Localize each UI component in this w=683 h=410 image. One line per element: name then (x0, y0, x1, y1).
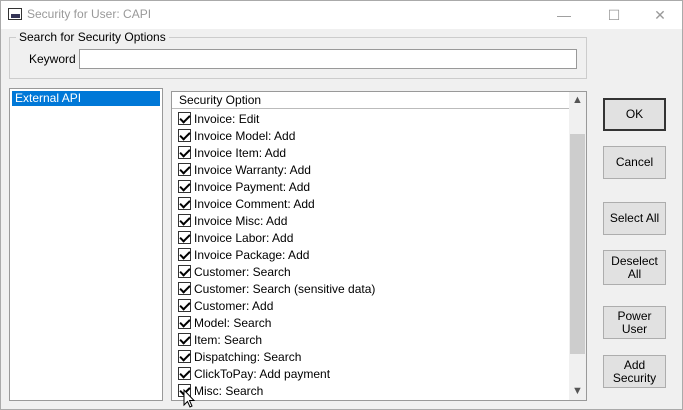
checked-checkbox-icon[interactable] (178, 214, 191, 227)
checked-checkbox-icon[interactable] (178, 197, 191, 210)
checked-checkbox-icon[interactable] (178, 333, 191, 346)
category-item-external-api[interactable]: External API (12, 91, 160, 106)
security-option-row[interactable]: Invoice Model: Add (178, 127, 295, 144)
security-option-label: Invoice Misc: Add (194, 213, 288, 228)
security-option-row[interactable]: Invoice Package: Add (178, 246, 309, 263)
select-all-button[interactable]: Select All (603, 202, 666, 235)
mouse-pointer-icon (183, 389, 196, 408)
security-option-label: Invoice Warranty: Add (194, 162, 311, 177)
scrollbar-thumb[interactable] (570, 134, 585, 354)
security-option-row[interactable]: Customer: Search (sensitive data) (178, 280, 375, 297)
add-security-button[interactable]: Add Security (603, 355, 666, 388)
security-option-row[interactable]: Invoice Comment: Add (178, 195, 315, 212)
security-option-row[interactable]: Invoice Payment: Add (178, 178, 310, 195)
security-option-label: Invoice Labor: Add (194, 230, 294, 245)
security-option-row[interactable]: Invoice Labor: Add (178, 229, 293, 246)
security-option-label: Customer: Search (194, 264, 291, 279)
security-option-label: Dispatching: Search (194, 349, 302, 364)
security-option-row[interactable]: Item: Search (178, 331, 262, 348)
vertical-scrollbar[interactable]: ▲ ▼ (569, 92, 586, 400)
security-option-label: Invoice Package: Add (194, 247, 310, 262)
search-group: Search for Security Options Keyword (9, 30, 587, 79)
category-list[interactable]: External API (9, 88, 163, 401)
checked-checkbox-icon[interactable] (178, 282, 191, 295)
checked-checkbox-icon[interactable] (178, 367, 191, 380)
power-user-button[interactable]: Power User (603, 306, 666, 339)
security-option-label: Model: Search (194, 315, 272, 330)
scroll-up-arrow-icon[interactable]: ▲ (569, 92, 586, 109)
security-option-row[interactable]: Customer: Add (178, 297, 273, 314)
security-option-row[interactable]: Invoice Item: Add (178, 144, 286, 161)
security-dialog: Security for User: CAPI — ☐ ✕ Search for… (0, 0, 683, 410)
checked-checkbox-icon[interactable] (178, 180, 191, 193)
checked-checkbox-icon[interactable] (178, 112, 191, 125)
security-option-row[interactable]: ClickToPay: Add payment (178, 365, 330, 382)
keyword-input[interactable] (79, 49, 577, 69)
security-option-label: Invoice Payment: Add (194, 179, 311, 194)
minimize-button[interactable]: — (541, 1, 587, 29)
security-option-label: Customer: Add (194, 298, 274, 313)
security-option-label: Invoice: Edit (194, 111, 260, 126)
checked-checkbox-icon[interactable] (178, 265, 191, 278)
security-option-label: Invoice Model: Add (194, 128, 296, 143)
scroll-down-arrow-icon[interactable]: ▼ (569, 383, 586, 400)
checked-checkbox-icon[interactable] (178, 316, 191, 329)
security-option-label: Invoice Comment: Add (194, 196, 315, 211)
title-bar: Security for User: CAPI — ☐ ✕ (1, 1, 682, 29)
checked-checkbox-icon[interactable] (178, 146, 191, 159)
checked-checkbox-icon[interactable] (178, 129, 191, 142)
keyword-label: Keyword (29, 52, 76, 66)
column-header-security-option[interactable]: Security Option (172, 92, 570, 109)
checked-checkbox-icon[interactable] (178, 231, 191, 244)
security-option-row[interactable]: Invoice Misc: Add (178, 212, 287, 229)
security-option-label: Item: Search (194, 332, 263, 347)
checked-checkbox-icon[interactable] (178, 350, 191, 363)
search-group-label: Search for Security Options (16, 30, 169, 44)
security-option-row[interactable]: Dispatching: Search (178, 348, 301, 365)
close-button[interactable]: ✕ (637, 1, 683, 29)
checked-checkbox-icon[interactable] (178, 248, 191, 261)
maximize-button[interactable]: ☐ (591, 1, 637, 29)
security-option-row[interactable]: Invoice: Edit (178, 110, 259, 127)
window-title: Security for User: CAPI (27, 7, 152, 21)
deselect-all-button[interactable]: Deselect All (603, 250, 666, 285)
security-option-label: Invoice Item: Add (194, 145, 287, 160)
checked-checkbox-icon[interactable] (178, 163, 191, 176)
security-option-row[interactable]: Customer: Search (178, 263, 291, 280)
security-option-row[interactable]: Model: Search (178, 314, 271, 331)
security-options-list[interactable]: Security Option Invoice: Edit Invoice Mod… (171, 91, 587, 401)
security-option-label: Customer: Search (sensitive data) (194, 281, 376, 296)
security-option-row[interactable]: Invoice Warranty: Add (178, 161, 311, 178)
cancel-button[interactable]: Cancel (603, 146, 666, 179)
security-option-label: Misc: Search (194, 383, 264, 398)
security-option-label: ClickToPay: Add payment (194, 366, 331, 381)
ok-button[interactable]: OK (603, 98, 666, 131)
app-icon (8, 8, 22, 20)
checked-checkbox-icon[interactable] (178, 299, 191, 312)
